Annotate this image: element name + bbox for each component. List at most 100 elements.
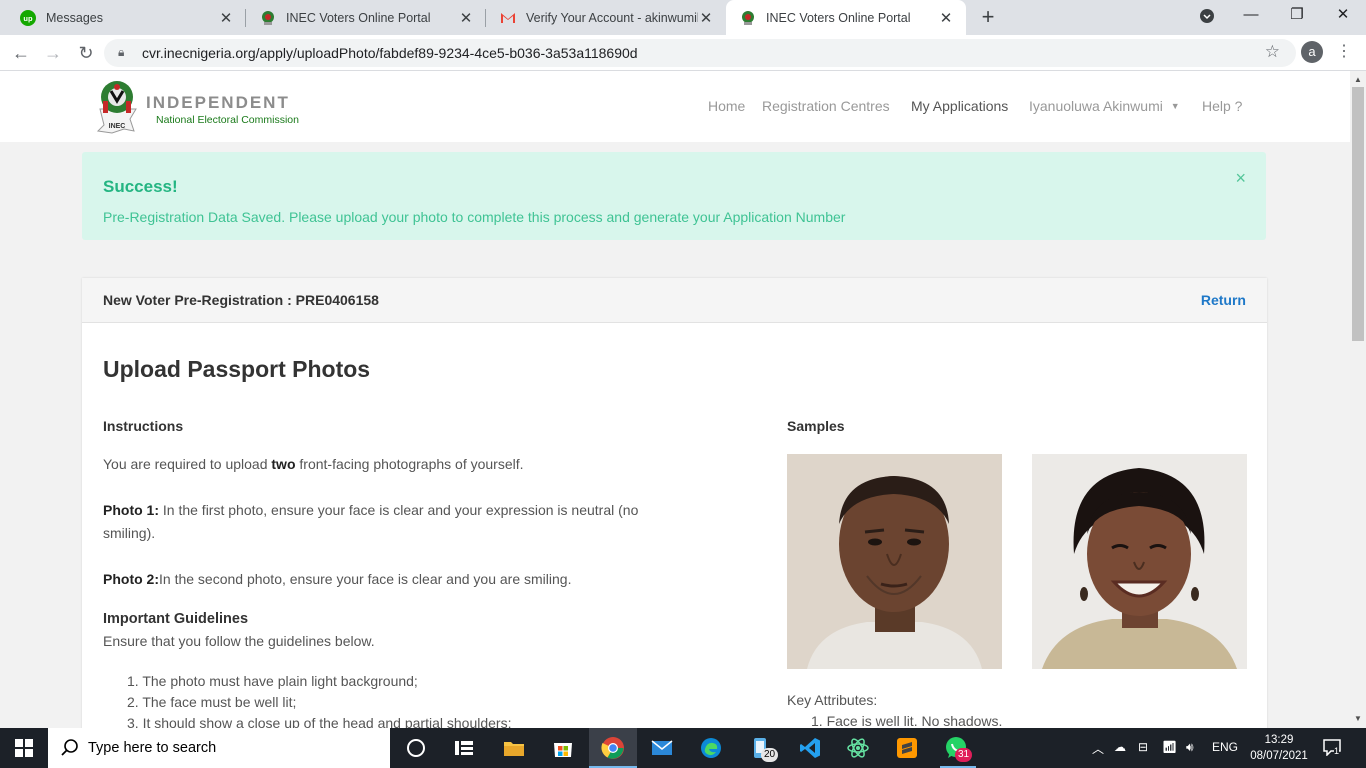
volume-icon[interactable]: 🔊︎: [1186, 740, 1194, 755]
windows-start-icon[interactable]: [15, 739, 33, 757]
card-header: New Voter Pre-Registration : PRE0406158 …: [82, 278, 1267, 323]
site-header: INEC INDEPENDENT National Electoral Comm…: [0, 71, 1350, 142]
reload-icon[interactable]: ↻: [73, 40, 99, 66]
sublime-text-icon[interactable]: [895, 736, 919, 760]
page-title: Upload Passport Photos: [103, 356, 371, 382]
instructions-intro: You are required to upload two front-fac…: [103, 456, 524, 472]
tab-close-icon[interactable]: ✕: [938, 9, 954, 27]
guidelines-list: 1. The photo must have plain light backg…: [127, 671, 511, 734]
gmail-icon: [500, 10, 516, 26]
svg-text:INEC: INEC: [109, 123, 126, 130]
list-item: 1. Face is well lit. No shadows.: [811, 713, 1003, 729]
list-item: 2. The face must be well lit;: [127, 694, 297, 710]
search-icon: [61, 739, 78, 756]
explorer-badge: 20: [761, 748, 779, 762]
forward-icon[interactable]: →: [40, 40, 66, 66]
key-attributes-list: 1. Face is well lit. No shadows.: [811, 713, 1002, 729]
task-view-icon[interactable]: [452, 736, 476, 760]
edge-icon[interactable]: [699, 736, 723, 760]
notification-count: 1: [1334, 746, 1340, 756]
language-indicator[interactable]: ENG: [1212, 740, 1238, 754]
profile-avatar[interactable]: a: [1301, 41, 1323, 63]
svg-text:up: up: [23, 14, 33, 23]
mail-icon[interactable]: [650, 736, 674, 760]
tab-close-icon[interactable]: ✕: [458, 9, 474, 27]
nav-user-dropdown[interactable]: Iyanuoluwa Akinwumi ▼: [1029, 98, 1180, 114]
logo-title: INDEPENDENT: [146, 93, 290, 112]
scrollbar-thumb[interactable]: [1352, 87, 1364, 341]
browser-tab-strip: up Messages ✕ INEC Voters Online Portal …: [0, 0, 1366, 35]
scroll-down-icon[interactable]: ▼: [1354, 714, 1362, 723]
show-hidden-icons-icon[interactable]: ︿: [1092, 740, 1104, 757]
alert-message: Pre-Registration Data Saved. Please uplo…: [103, 209, 846, 225]
tab-title: INEC Voters Online Portal: [286, 10, 431, 25]
cortana-icon[interactable]: [404, 736, 428, 760]
restore-icon[interactable]: ❐: [1274, 0, 1320, 32]
scroll-up-icon[interactable]: ▲: [1354, 75, 1362, 84]
wifi-icon[interactable]: 📶︎: [1162, 740, 1177, 754]
tab-title: Messages: [46, 10, 103, 25]
alert-title: Success!: [103, 177, 178, 196]
return-link[interactable]: Return: [1201, 292, 1246, 308]
clock-date: 08/07/2021: [1250, 750, 1308, 762]
taskbar-clock[interactable]: 13:29 08/07/2021: [1248, 732, 1310, 764]
tab-title: Verify Your Account - akinwumik: [526, 10, 698, 25]
file-explorer-icon[interactable]: [502, 736, 526, 760]
success-alert: Success! Pre-Registration Data Saved. Pl…: [82, 152, 1266, 240]
page-scrollbar[interactable]: ▲ ▼: [1350, 71, 1366, 728]
sample-photo-smiling: [1032, 454, 1247, 669]
inec-icon: [260, 10, 276, 26]
guidelines-intro: Ensure that you follow the guidelines be…: [103, 633, 375, 649]
url-text[interactable]: cvr.inecnigeria.org/apply/uploadPhoto/fa…: [142, 45, 638, 61]
browser-menu-icon[interactable]: ⋮: [1336, 41, 1352, 61]
photo1-instruction: Photo 1: In the first photo, ensure your…: [103, 502, 639, 541]
back-icon[interactable]: ←: [8, 40, 34, 66]
list-item: 1. The photo must have plain light backg…: [127, 673, 418, 689]
network-adapter-icon[interactable]: ⊟: [1138, 740, 1148, 754]
minimize-icon[interactable]: —: [1228, 0, 1274, 32]
tab-messages[interactable]: up Messages ✕: [6, 0, 246, 35]
inec-logo-emblem[interactable]: INEC: [96, 79, 138, 135]
address-bar[interactable]: 🔒︎ cvr.inecnigeria.org/apply/uploadPhoto…: [104, 39, 1296, 67]
samples-heading: Samples: [787, 418, 845, 434]
card-header-title: New Voter Pre-Registration : PRE0406158: [103, 292, 379, 308]
sample-photo-neutral: [787, 454, 1002, 669]
upload-photo-card: New Voter Pre-Registration : PRE0406158 …: [82, 278, 1267, 738]
nav-my-applications[interactable]: My Applications: [911, 98, 1008, 114]
tab-close-icon[interactable]: ✕: [698, 9, 714, 27]
new-tab-icon[interactable]: +: [976, 4, 1000, 30]
tab-inec-portal[interactable]: INEC Voters Online Portal ✕: [246, 0, 486, 35]
chrome-icon[interactable]: [601, 736, 625, 760]
inec-icon: [740, 10, 756, 26]
upwork-icon: up: [20, 9, 36, 26]
clock-time: 13:29: [1264, 734, 1294, 746]
lock-icon: 🔒︎: [118, 45, 125, 59]
cloud-icon[interactable]: ☁: [1114, 740, 1126, 754]
logo-subtitle: National Electoral Commission: [156, 114, 299, 126]
photo2-instruction: Photo 2:In the second photo, ensure your…: [103, 571, 572, 587]
tab-close-icon[interactable]: ✕: [218, 9, 234, 27]
nav-registration-centres[interactable]: Registration Centres: [762, 98, 890, 114]
tab-inec-portal-active[interactable]: INEC Voters Online Portal ✕: [726, 0, 966, 35]
vscode-icon[interactable]: [798, 736, 822, 760]
nav-help[interactable]: Help ?: [1202, 98, 1242, 114]
nav-home[interactable]: Home: [708, 98, 745, 114]
atom-icon[interactable]: [846, 736, 870, 760]
microsoft-store-icon[interactable]: [551, 736, 575, 760]
tab-gmail-verify[interactable]: Verify Your Account - akinwumik ✕: [486, 0, 726, 35]
user-name: Iyanuoluwa Akinwumi: [1029, 98, 1163, 114]
instructions-heading: Instructions: [103, 418, 184, 434]
taskbar-search-placeholder: Type here to search: [88, 740, 217, 756]
taskbar-search-box[interactable]: Type here to search: [48, 728, 390, 768]
browser-toolbar: ← → ↻ 🔒︎ cvr.inecnigeria.org/apply/uploa…: [0, 35, 1366, 71]
bookmark-star-icon[interactable]: ☆: [1265, 42, 1280, 62]
close-icon[interactable]: ×: [1235, 168, 1246, 189]
notification-center-icon[interactable]: 1: [1322, 738, 1344, 758]
whatsapp-badge: 31: [955, 748, 973, 762]
key-attributes-label: Key Attributes:: [787, 692, 878, 708]
windows-taskbar: Type here to search 20 31 ︿ ☁ ⊟ 📶︎ 🔊︎ EN…: [0, 728, 1366, 768]
guidelines-heading: Important Guidelines: [103, 611, 249, 627]
tab-title: INEC Voters Online Portal: [766, 10, 911, 25]
window-close-icon[interactable]: ✕: [1320, 0, 1366, 32]
tab-search-icon[interactable]: [1184, 0, 1230, 32]
